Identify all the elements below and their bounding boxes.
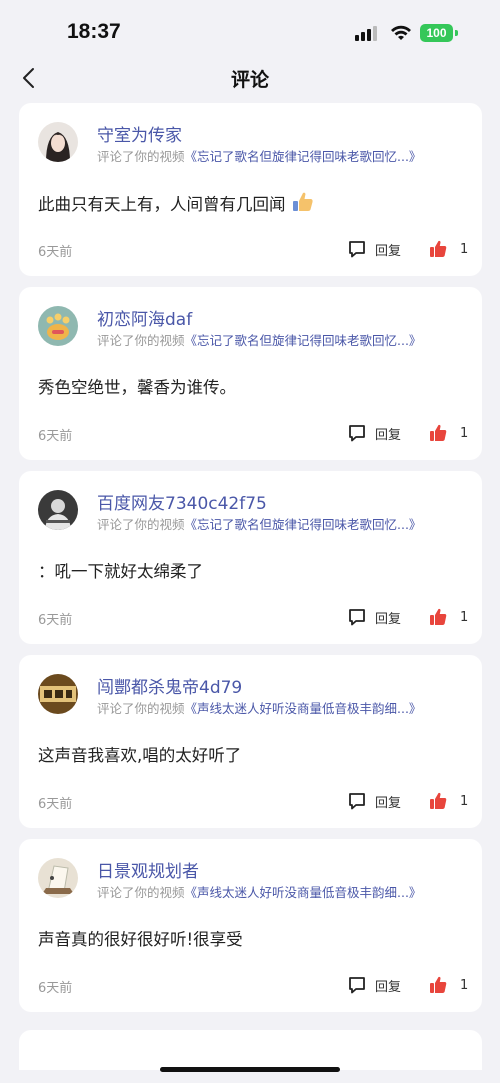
comment-card[interactable]: 日景观规划者 评论了你的视频《声线太迷人好听没商量低音极丰韵细...》 声音真的… <box>19 839 482 1012</box>
video-title-link[interactable]: 《忘记了歌名但旋律记得回味老歌回忆...》 <box>185 517 422 532</box>
comment-text: ：吼一下就好太绵柔了 <box>38 562 203 581</box>
like-count: 1 <box>460 609 469 625</box>
reply-button[interactable]: 回复 <box>347 239 401 259</box>
comment-card[interactable]: 闯酆都杀鬼帝4d79 评论了你的视频《声线太迷人好听没商量低音极丰韵细...》 … <box>19 655 482 828</box>
comment-bubble-icon <box>349 793 365 810</box>
comment-time: 6天前 <box>38 797 73 812</box>
comment-meta: 评论了你的视频《忘记了歌名但旋律记得回味老歌回忆...》 <box>97 330 421 349</box>
avatar[interactable] <box>38 306 78 346</box>
avatar[interactable] <box>38 490 78 530</box>
battery-tip <box>455 30 458 36</box>
thumbs-up-icon <box>430 424 447 441</box>
thumbs-up-icon <box>430 608 447 625</box>
page-title: 评论 <box>230 69 269 91</box>
comment-time: 6天前 <box>38 429 73 444</box>
avatar[interactable] <box>38 674 78 714</box>
comment-action: 评论了你的视频 <box>97 149 185 164</box>
comment-text: 秀色空绝世，馨香为谁传。 <box>38 378 236 397</box>
wifi-icon <box>391 25 411 40</box>
comment-username[interactable]: 日景观规划者 <box>97 857 199 882</box>
like-button[interactable]: 1 <box>429 239 468 259</box>
avatar[interactable] <box>38 122 78 162</box>
thumbs-up-icon <box>430 240 447 257</box>
reply-button[interactable]: 回复 <box>347 607 401 627</box>
like-count: 1 <box>460 977 469 993</box>
cellular-signal-icon <box>355 25 381 41</box>
thumbs-up-icon <box>430 976 447 993</box>
video-title-link[interactable]: 《忘记了歌名但旋律记得回味老歌回忆...》 <box>185 333 422 348</box>
comment-action: 评论了你的视频 <box>97 333 185 348</box>
comment-text: 声音真的很好很好听!很享受 <box>38 930 243 949</box>
comment-meta: 评论了你的视频《忘记了歌名但旋律记得回味老歌回忆...》 <box>97 146 421 165</box>
reply-label: 回复 <box>375 611 402 627</box>
like-button[interactable]: 1 <box>429 423 468 443</box>
comment-bubble-icon <box>349 609 365 626</box>
comment-username[interactable]: 守室为传家 <box>97 121 182 146</box>
back-arrow-icon[interactable] <box>18 66 42 90</box>
comment-card[interactable]: 百度网友7340c42f75 评论了你的视频《忘记了歌名但旋律记得回味老歌回忆.… <box>19 471 482 644</box>
avatar[interactable] <box>38 858 78 898</box>
navigation-bar: 评论 <box>0 56 500 100</box>
comment-bubble-icon <box>349 425 365 442</box>
status-time: 18:37 <box>67 20 121 43</box>
comment-text: 此曲只有天上有，人间曾有几回闻 <box>38 195 286 214</box>
comment-text-row: 此曲只有天上有，人间曾有几回闻 <box>38 190 315 215</box>
comment-action: 评论了你的视频 <box>97 517 185 532</box>
thumbs-up-icon <box>430 792 447 809</box>
video-title-link[interactable]: 《声线太迷人好听没商量低音极丰韵细...》 <box>185 701 422 716</box>
comment-time: 6天前 <box>38 613 73 628</box>
reply-label: 回复 <box>375 979 402 995</box>
comment-time: 6天前 <box>38 245 73 260</box>
comment-action: 评论了你的视频 <box>97 701 185 716</box>
comment-card-partial[interactable] <box>19 1030 482 1070</box>
status-bar: 18:37 100 <box>0 0 500 56</box>
reply-label: 回复 <box>375 243 402 259</box>
like-button[interactable]: 1 <box>429 791 468 811</box>
comment-action: 评论了你的视频 <box>97 885 185 900</box>
comment-bubble-icon <box>349 241 365 258</box>
home-indicator[interactable] <box>160 1067 340 1072</box>
comment-username[interactable]: 闯酆都杀鬼帝4d79 <box>97 673 242 698</box>
reply-button[interactable]: 回复 <box>347 791 401 811</box>
reply-label: 回复 <box>375 795 402 811</box>
comment-bubble-icon <box>349 977 365 994</box>
comment-card[interactable]: 初恋阿海daf 评论了你的视频《忘记了歌名但旋律记得回味老歌回忆...》 秀色空… <box>19 287 482 460</box>
comment-meta: 评论了你的视频《声线太迷人好听没商量低音极丰韵细...》 <box>97 882 421 901</box>
video-title-link[interactable]: 《声线太迷人好听没商量低音极丰韵细...》 <box>185 885 422 900</box>
reply-button[interactable]: 回复 <box>347 423 401 443</box>
like-count: 1 <box>460 241 469 257</box>
thumbs-up-emoji-icon <box>292 192 313 211</box>
comment-list: 守室为传家 评论了你的视频《忘记了歌名但旋律记得回味老歌回忆...》 此曲只有天… <box>19 103 482 1023</box>
reply-button[interactable]: 回复 <box>347 975 401 995</box>
comment-meta: 评论了你的视频《声线太迷人好听没商量低音极丰韵细...》 <box>97 698 421 717</box>
like-count: 1 <box>460 793 469 809</box>
battery-indicator: 100 <box>420 24 453 42</box>
video-title-link[interactable]: 《忘记了歌名但旋律记得回味老歌回忆...》 <box>185 149 422 164</box>
comment-username[interactable]: 初恋阿海daf <box>97 305 192 330</box>
comment-username[interactable]: 百度网友7340c42f75 <box>97 489 267 514</box>
comment-card[interactable]: 守室为传家 评论了你的视频《忘记了歌名但旋律记得回味老歌回忆...》 此曲只有天… <box>19 103 482 276</box>
reply-label: 回复 <box>375 427 402 443</box>
comment-text: 这声音我喜欢,唱的太好听了 <box>38 746 242 765</box>
like-button[interactable]: 1 <box>429 607 468 627</box>
comment-time: 6天前 <box>38 981 73 996</box>
comment-meta: 评论了你的视频《忘记了歌名但旋律记得回味老歌回忆...》 <box>97 514 421 533</box>
like-count: 1 <box>460 425 469 441</box>
like-button[interactable]: 1 <box>429 975 468 995</box>
